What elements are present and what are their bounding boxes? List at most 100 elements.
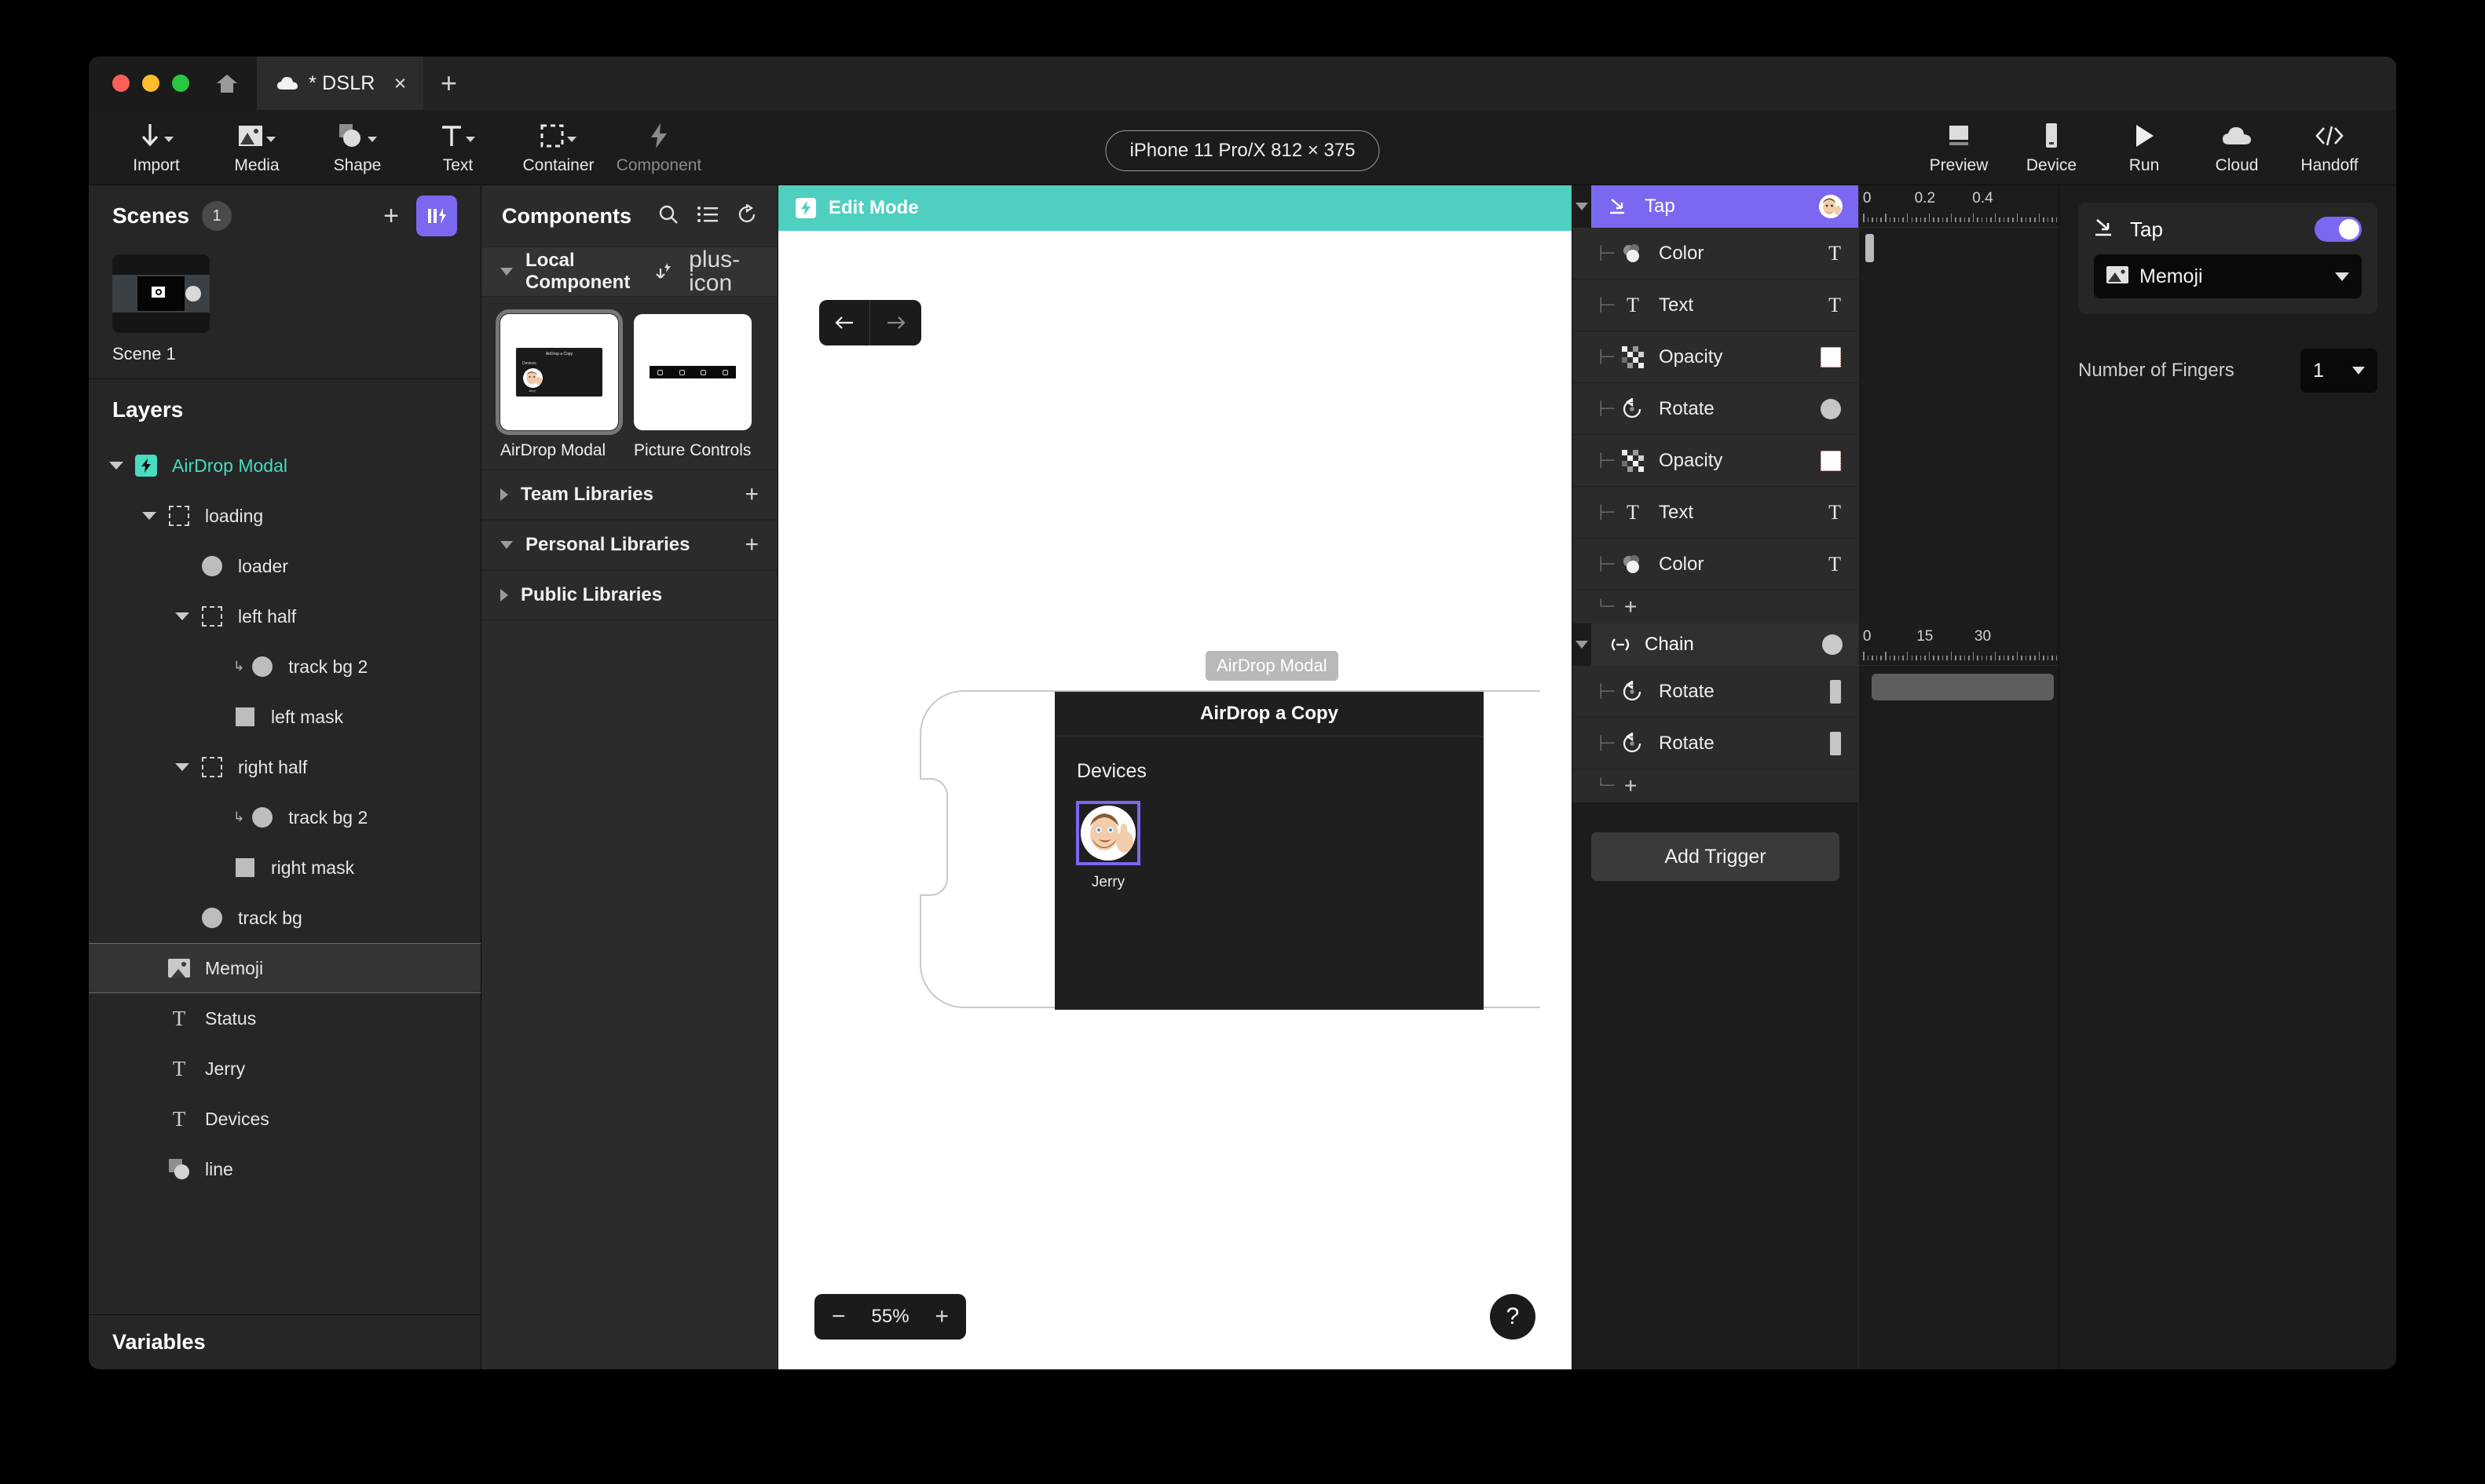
handoff-button[interactable]: Handoff xyxy=(2283,111,2376,184)
layer-row[interactable]: loading xyxy=(89,491,481,541)
new-tab-button[interactable]: + xyxy=(423,57,474,110)
timeline-chain-bar[interactable] xyxy=(1872,674,2054,700)
chevron-down-icon[interactable] xyxy=(1576,203,1588,210)
device-contact[interactable]: Jerry xyxy=(1076,801,1140,891)
add-component-button[interactable]: plus-icon xyxy=(689,248,759,295)
animation-property-row[interactable]: ├─ Color T xyxy=(1572,228,1858,280)
artboard-phone-frame[interactable]: AirDrop Modal AirDrop a Copy Devices Jer… xyxy=(920,651,1540,1010)
layer-row[interactable]: right half xyxy=(89,742,481,792)
target-layer-select[interactable]: Memoji xyxy=(2094,254,2362,298)
layer-row[interactable]: left half xyxy=(89,591,481,641)
chevron-down-icon[interactable] xyxy=(142,512,156,520)
add-property-button[interactable]: + xyxy=(1624,775,1637,797)
list-icon[interactable] xyxy=(697,206,718,227)
layer-row[interactable]: T Devices xyxy=(89,1094,481,1144)
number-of-fingers-select[interactable]: 1 xyxy=(2300,349,2377,393)
scene-thumbnail[interactable] xyxy=(112,254,210,333)
bar-value-swatch[interactable] xyxy=(1830,679,1841,704)
layer-row[interactable]: track bg xyxy=(89,893,481,943)
layer-row-selected[interactable]: Memoji xyxy=(89,943,481,993)
trigger-header-chain[interactable]: Chain xyxy=(1591,623,1858,666)
animation-property-row[interactable]: ├─ Opacity xyxy=(1572,331,1858,383)
opacity-value-swatch[interactable] xyxy=(1821,346,1841,367)
canvas-area[interactable]: AirDrop Modal AirDrop a Copy Devices Jer… xyxy=(778,231,1572,1369)
add-personal-library-button[interactable]: + xyxy=(745,532,759,557)
add-team-library-button[interactable]: + xyxy=(745,482,759,506)
component-card-picture-controls[interactable]: Picture Controls xyxy=(634,314,752,462)
scene-card[interactable]: Scene 1 xyxy=(112,254,210,364)
device-button[interactable]: Device xyxy=(2005,111,2098,184)
device-selector[interactable]: iPhone 11 Pro/X 812 × 375 xyxy=(1105,130,1380,171)
refresh-icon[interactable] xyxy=(737,203,757,228)
personal-libraries-section[interactable]: Personal Libraries + xyxy=(481,519,778,570)
add-property-row[interactable]: └─ + xyxy=(1572,769,1858,802)
add-property-button[interactable]: + xyxy=(1624,596,1637,618)
media-button[interactable]: Media xyxy=(207,111,307,184)
preview-button[interactable]: Preview xyxy=(1912,111,2005,184)
memoji-avatar[interactable] xyxy=(1076,801,1140,865)
animation-property-row[interactable]: ├─ Rotate xyxy=(1572,718,1858,769)
help-button[interactable]: ? xyxy=(1490,1294,1535,1340)
close-window-button[interactable] xyxy=(112,75,130,92)
trigger-enabled-toggle[interactable] xyxy=(2315,217,2362,242)
text-value-swatch[interactable]: T xyxy=(1828,501,1841,525)
layer-row[interactable]: T Jerry xyxy=(89,1044,481,1094)
nav-forward-button[interactable] xyxy=(870,300,921,345)
component-button[interactable]: Component xyxy=(609,111,709,184)
airdrop-modal[interactable]: AirDrop a Copy Devices Jerry xyxy=(1055,692,1484,1010)
zoom-out-button[interactable]: − xyxy=(832,1305,846,1329)
chevron-down-icon[interactable] xyxy=(175,763,189,771)
minimize-window-button[interactable] xyxy=(142,75,159,92)
layer-row[interactable]: left mask xyxy=(89,692,481,742)
layer-row[interactable]: ↳ track bg 2 xyxy=(89,641,481,692)
timeline-playhead[interactable] xyxy=(1865,234,1874,262)
shape-value-swatch[interactable] xyxy=(1821,398,1841,419)
variables-section[interactable]: Variables xyxy=(89,1314,481,1369)
layer-row[interactable]: ↳ track bg 2 xyxy=(89,792,481,843)
layer-row[interactable]: AirDrop Modal xyxy=(89,440,481,491)
home-icon[interactable] xyxy=(216,73,238,93)
text-value-swatch[interactable]: T xyxy=(1828,242,1841,265)
animation-property-row[interactable]: ├─ Rotate xyxy=(1572,666,1858,718)
close-icon[interactable]: × xyxy=(394,72,407,94)
layer-row[interactable]: line xyxy=(89,1144,481,1194)
timeline-ruler[interactable]: 0 0.2 0.4 xyxy=(1859,185,2059,228)
animation-property-row[interactable]: ├─ Opacity xyxy=(1572,435,1858,487)
text-button[interactable]: Text xyxy=(408,111,508,184)
add-property-row[interactable]: └─ + xyxy=(1572,590,1858,623)
search-icon[interactable] xyxy=(658,204,679,228)
timeline-toggle-button[interactable] xyxy=(416,196,457,236)
component-card-airdrop-modal[interactable]: AirDrop a Copy Devices Jerry AirDrop Mod… xyxy=(496,309,623,462)
opacity-value-swatch[interactable] xyxy=(1821,450,1841,471)
text-value-swatch[interactable]: T xyxy=(1828,553,1841,576)
add-trigger-button[interactable]: Add Trigger xyxy=(1591,832,1839,881)
animation-property-row[interactable]: ├─ T Text T xyxy=(1572,280,1858,331)
layers-list[interactable]: AirDrop Modal loading loader left half ↳ trac… xyxy=(89,440,481,1314)
animation-property-row[interactable]: ├─ T Text T xyxy=(1572,487,1858,539)
container-button[interactable]: Container xyxy=(508,111,609,184)
animation-property-row[interactable]: ├─ Rotate xyxy=(1572,383,1858,435)
animation-property-row[interactable]: ├─ Color T xyxy=(1572,539,1858,590)
maximize-window-button[interactable] xyxy=(172,75,189,92)
layer-row[interactable]: loader xyxy=(89,541,481,591)
bar-value-swatch[interactable] xyxy=(1830,731,1841,755)
nav-back-button[interactable] xyxy=(819,300,870,345)
shape-button[interactable]: Shape xyxy=(307,111,408,184)
artboard-label[interactable]: AirDrop Modal xyxy=(1206,651,1338,681)
chevron-down-icon[interactable] xyxy=(109,462,123,470)
text-value-swatch[interactable]: T xyxy=(1828,294,1841,317)
trigger-header-tap[interactable]: Tap xyxy=(1591,185,1858,228)
public-libraries-section[interactable]: Public Libraries xyxy=(481,569,778,620)
add-scene-button[interactable]: + xyxy=(383,203,399,229)
document-tab[interactable]: * DSLR × xyxy=(257,57,424,110)
run-button[interactable]: Run xyxy=(2098,111,2190,184)
cloud-button[interactable]: Cloud xyxy=(2190,111,2283,184)
chevron-down-icon[interactable] xyxy=(1576,641,1588,649)
team-libraries-section[interactable]: Team Libraries + xyxy=(481,469,778,520)
import-button[interactable]: Import xyxy=(106,111,207,184)
layer-row[interactable]: right mask xyxy=(89,843,481,893)
upload-icon[interactable] xyxy=(654,261,673,283)
chevron-down-icon[interactable] xyxy=(175,612,189,620)
timeline-ruler[interactable]: 0 15 30 xyxy=(1859,623,2059,666)
layer-row[interactable]: T Status xyxy=(89,993,481,1044)
